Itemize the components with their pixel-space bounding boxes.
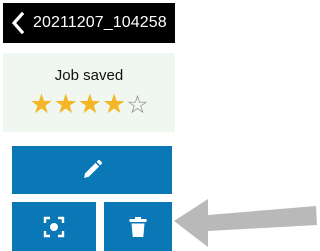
chevron-left-icon bbox=[11, 12, 25, 34]
empty-star-icon[interactable]: ☆ bbox=[126, 91, 148, 119]
gray-arrow-icon bbox=[174, 199, 317, 247]
star-icon[interactable]: ★ bbox=[102, 89, 126, 119]
focus-frame-icon bbox=[43, 216, 65, 237]
title-bar: 20211207_104258 bbox=[3, 3, 175, 43]
status-text: Job saved bbox=[54, 67, 124, 84]
back-button[interactable] bbox=[3, 3, 33, 43]
job-title: 20211207_104258 bbox=[33, 14, 167, 31]
delete-button[interactable] bbox=[104, 202, 172, 251]
star-rating[interactable]: ★★★★☆ bbox=[3, 89, 175, 120]
star-icon[interactable]: ★ bbox=[78, 89, 102, 119]
star-icon[interactable]: ★ bbox=[54, 89, 78, 119]
edit-button[interactable] bbox=[12, 146, 172, 194]
job-status-panel: Job saved ★★★★☆ bbox=[3, 53, 175, 132]
focus-button[interactable] bbox=[12, 202, 96, 251]
star-icon[interactable]: ★ bbox=[29, 89, 53, 119]
trash-icon bbox=[129, 216, 147, 237]
pencil-icon bbox=[84, 159, 103, 178]
